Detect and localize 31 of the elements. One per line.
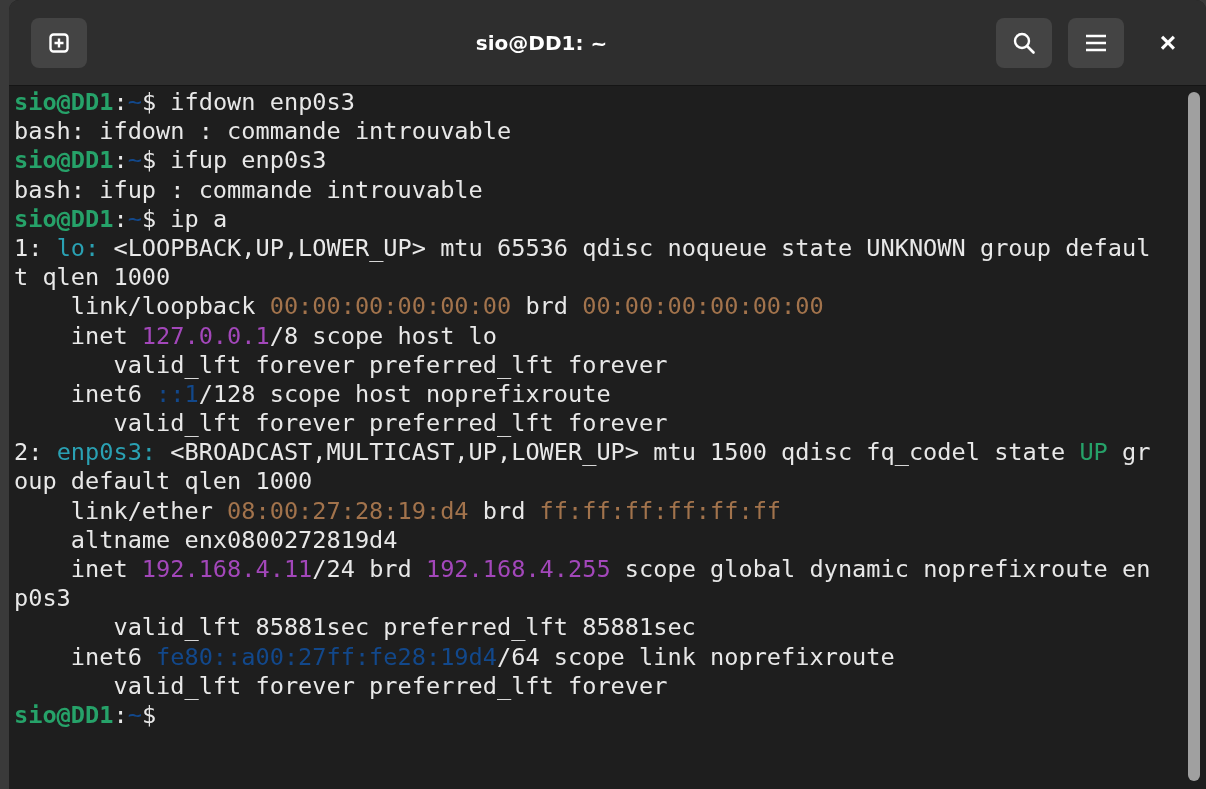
terminal-line: valid_lft forever preferred_lft forever xyxy=(112,409,668,438)
terminal-line: valid_lft 85881sec preferred_lft 85881sec xyxy=(112,613,696,642)
menu-button[interactable] xyxy=(1068,17,1124,68)
terminal-line: inet6 ::1/128 scope host noprefixroute xyxy=(69,379,611,408)
terminal-line: sio@DD1:~$ ip a xyxy=(14,204,228,233)
terminal-line: link/ether 08:00:27:28:19:d4 brd ff:ff:ff:ff:ff:ff xyxy=(69,496,782,525)
new-tab-button[interactable] xyxy=(31,17,87,68)
terminal-line: sio@DD1:~$ ifdown enp0s3 xyxy=(14,88,355,116)
search-icon xyxy=(1012,30,1036,55)
search-button[interactable] xyxy=(996,17,1052,68)
terminal-line: sio@DD1:~$ xyxy=(14,700,157,729)
terminal-line: inet6 fe80::a00:27ff:fe28:19d4/64 scope link noprefixroute xyxy=(69,642,895,671)
plus-box-icon xyxy=(49,32,69,53)
close-button[interactable]: × xyxy=(1148,22,1188,63)
terminal-line: altname enx0800272819d4 xyxy=(69,525,398,554)
terminal-line: 1: lo: <LOOPBACK,UP,LOWER_UP> mtu 65536 qdisc noqueue state UNKNOWN group defaul xyxy=(14,233,1151,262)
terminal-line: valid_lft forever preferred_lft forever xyxy=(112,350,668,379)
terminal-line: bash: ifdown : commande introuvable xyxy=(14,117,512,146)
terminal-line: p0s3 xyxy=(14,584,71,613)
terminal-line: oup default qlen 1000 xyxy=(14,467,313,496)
terminal-line: 2: enp0s3: <BROADCAST,MULTICAST,UP,LOWER_UP> mtu 1500 qdisc fq_codel state UP gr xyxy=(14,438,1151,467)
terminal-line: valid_lft forever preferred_lft forever xyxy=(112,671,668,700)
menu-icon xyxy=(1084,32,1108,53)
scrollbar[interactable] xyxy=(1188,92,1200,781)
terminal-line: t qlen 1000 xyxy=(14,263,171,292)
terminal-line: inet 192.168.4.11/24 brd 192.168.4.255 scope global dynamic noprefixroute en xyxy=(69,555,1151,583)
terminal-line: bash: ifup : commande introuvable xyxy=(14,175,483,204)
terminal-line: link/loopback 00:00:00:00:00:00 brd 00:00:00:00:00:00 xyxy=(69,292,824,321)
window-title: sio@DD1: ~ xyxy=(475,30,608,55)
terminal-line: inet 127.0.0.1/8 scope host lo xyxy=(69,321,497,350)
terminal-line: sio@DD1:~$ ifup enp0s3 xyxy=(14,146,327,175)
